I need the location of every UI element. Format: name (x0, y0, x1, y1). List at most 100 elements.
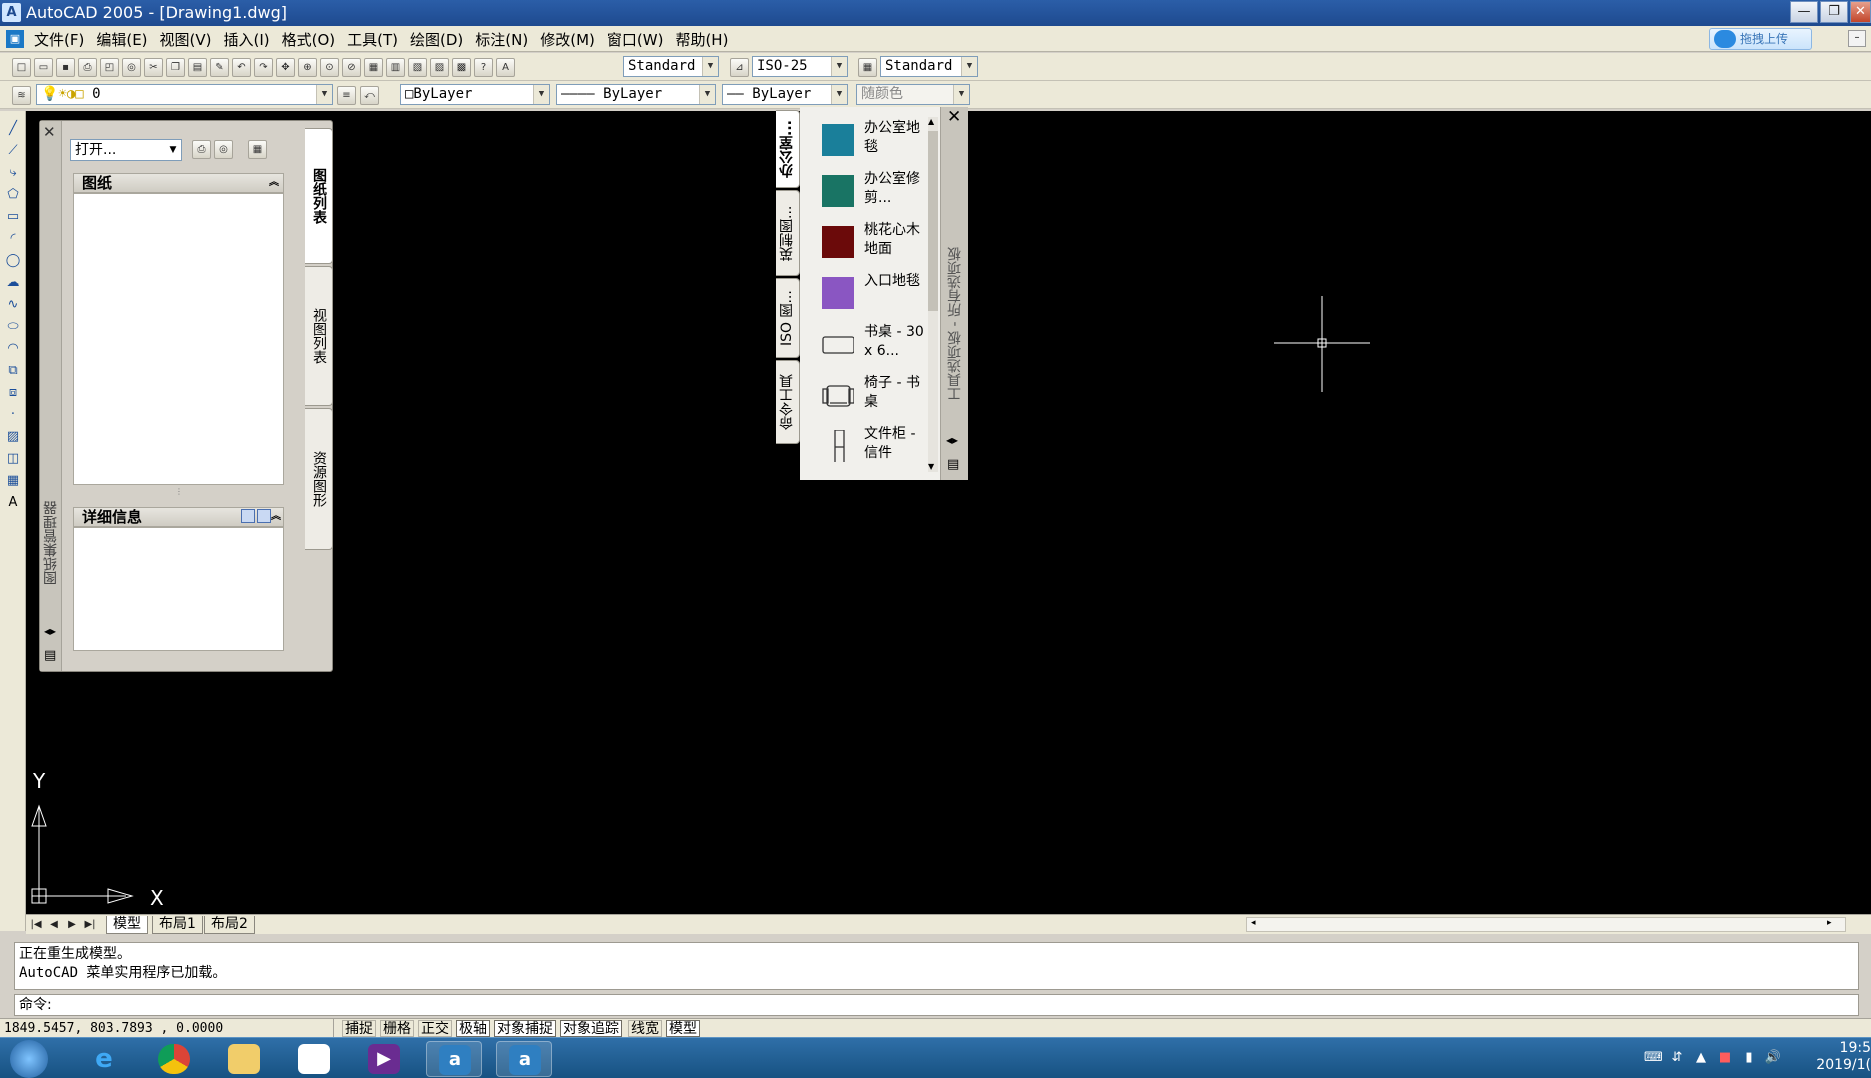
tool-mahogany-floor[interactable]: 桃花心木地面 (822, 219, 932, 265)
mtext-icon[interactable]: A (3, 494, 23, 512)
point-icon[interactable]: · (3, 406, 23, 424)
layer-manager-icon[interactable]: ≋ (12, 86, 31, 105)
menu-window[interactable]: 窗口(W) (607, 29, 664, 50)
tool-palette-scrollbar[interactable]: ▲ ▼ (928, 117, 938, 472)
menu-dimension[interactable]: 标注(N) (475, 29, 528, 50)
close-icon[interactable]: ✕ (947, 107, 961, 127)
menu-insert[interactable]: 插入(I) (224, 29, 270, 50)
print-icon[interactable]: ⎙ (78, 58, 97, 77)
scroll-right-icon[interactable]: ▸ (1827, 918, 1832, 928)
start-button[interactable] (10, 1040, 48, 1078)
tab-iso-hatch[interactable]: ISO 图... (776, 278, 800, 358)
coordinate-readout[interactable]: 1849.5457, 803.7893 , 0.0000 (4, 1019, 334, 1038)
grid-toggle[interactable]: 栅格 (380, 1020, 414, 1037)
tool-chair[interactable]: 椅子 - 书桌 (822, 372, 932, 418)
maximize-button[interactable]: ❐ (1820, 1, 1848, 23)
copy-icon[interactable]: ❐ (166, 58, 185, 77)
tool-office-trim[interactable]: 办公室修剪... (822, 168, 932, 214)
publish-dwf-icon[interactable]: ◎ (214, 140, 233, 159)
menu-modify[interactable]: 修改(M) (540, 29, 595, 50)
rectangle-icon[interactable]: ▭ (3, 208, 23, 226)
menu-tools[interactable]: 工具(T) (347, 29, 398, 50)
revcloud-icon[interactable]: ☁ (3, 274, 23, 292)
properties-menu-icon[interactable]: ▤ (947, 457, 959, 472)
markup-icon[interactable]: ▩ (452, 58, 471, 77)
tab-resource-drawings[interactable]: 资源图形 (305, 408, 333, 550)
splitter-handle[interactable]: ⋮ (175, 487, 183, 496)
region-icon[interactable]: ◫ (3, 450, 23, 468)
menu-file[interactable]: 文件(F) (34, 29, 84, 50)
tab-view-list[interactable]: 视图列表 (305, 266, 333, 406)
menu-help[interactable]: 帮助(H) (675, 29, 728, 50)
color-select[interactable]: □ByLayer ▼ (400, 84, 550, 105)
insert-block-icon[interactable]: ⧉ (3, 362, 23, 380)
prev-tab-icon[interactable]: ◀ (46, 917, 62, 932)
xline-icon[interactable]: ⟋ (3, 142, 23, 160)
ie-app[interactable]: e (76, 1041, 132, 1077)
new-icon[interactable]: □ (12, 58, 31, 77)
chrome-app[interactable] (146, 1041, 202, 1077)
doc-minimize-button[interactable]: – (1848, 30, 1866, 47)
tab-layout1[interactable]: 布局1 (152, 916, 203, 934)
clock[interactable]: 19:5 2019/1( (1812, 1040, 1871, 1074)
table-icon[interactable]: ▦ (3, 472, 23, 490)
table-style-select[interactable]: Standard ▼ (880, 56, 978, 77)
osnap-toggle[interactable]: 对象捕捉 (494, 1020, 556, 1037)
polar-toggle[interactable]: 极轴 (456, 1020, 490, 1037)
collapse-icon[interactable]: ︽ (269, 174, 279, 192)
scroll-left-icon[interactable]: ◂ (1251, 918, 1256, 928)
linetype-select[interactable]: ———— ByLayer ▼ (556, 84, 716, 105)
tab-imperial-hatch[interactable]: 英制图... (776, 190, 800, 276)
keyboard-icon[interactable]: ⌨ (1644, 1050, 1663, 1066)
autocad-app-1[interactable]: a (426, 1041, 482, 1077)
autohide-icon[interactable]: ◂▸ (946, 433, 958, 447)
polyline-icon[interactable]: ⤷ (3, 164, 23, 182)
autocad-app-2[interactable]: a (496, 1041, 552, 1077)
minimize-button[interactable]: — (1790, 1, 1818, 23)
help-icon[interactable]: ? (474, 58, 493, 77)
open-icon[interactable]: ▭ (34, 58, 53, 77)
details-toggle-icon[interactable] (257, 509, 271, 523)
hatch-icon[interactable]: ▨ (3, 428, 23, 446)
toolpalettes-icon[interactable]: ▧ (408, 58, 427, 77)
publish-icon[interactable]: ◎ (122, 58, 141, 77)
tool-desk[interactable]: 书桌 - 30 x 6... (822, 321, 932, 367)
properties-icon[interactable]: ▦ (364, 58, 383, 77)
ellipse-arc-icon[interactable]: ◠ (3, 340, 23, 358)
paste-icon[interactable]: ▤ (188, 58, 207, 77)
tab-sheet-list[interactable]: 图纸列表 (305, 128, 333, 264)
next-tab-icon[interactable]: ▶ (64, 917, 80, 932)
command-input[interactable]: 命令: (14, 994, 1859, 1016)
show-hidden-icons[interactable]: ▲ (1692, 1050, 1710, 1066)
first-tab-icon[interactable]: |◀ (28, 917, 44, 932)
text-style-select[interactable]: Standard ▼ (623, 56, 719, 77)
tab-model[interactable]: 模型 (106, 916, 148, 934)
scroll-up-icon[interactable]: ▲ (928, 117, 934, 126)
menu-format[interactable]: 格式(O) (282, 29, 336, 50)
last-tab-icon[interactable]: ▶| (82, 917, 98, 932)
tool-office-carpet[interactable]: 办公室地毯 (822, 117, 932, 163)
close-button[interactable]: ✕ (1850, 1, 1871, 23)
text-style-icon[interactable]: A (496, 58, 515, 77)
lineweight-toggle[interactable]: 线宽 (628, 1020, 662, 1037)
tab-office[interactable]: 办公室... (776, 110, 800, 188)
upload-button[interactable]: 拖拽上传 (1709, 28, 1812, 50)
scrollbar-thumb[interactable] (928, 131, 938, 311)
media-player-app[interactable]: ▶ (356, 1041, 412, 1077)
document-icon[interactable]: ▣ (6, 30, 24, 48)
dim-style-select[interactable]: ISO-25 ▼ (752, 56, 848, 77)
zoom-realtime-icon[interactable]: ⊕ (298, 58, 317, 77)
baidu-netdisk-app[interactable] (286, 1041, 342, 1077)
palette-titlebar[interactable]: ✕ 图纸集管理器 ◂▸ ▤ (40, 121, 62, 671)
tool-entry-carpet[interactable]: 入口地毯 (822, 270, 932, 316)
sheet-options-icon[interactable]: ▦ (248, 140, 267, 159)
preview-toggle-icon[interactable] (241, 509, 255, 523)
cut-icon[interactable]: ✂ (144, 58, 163, 77)
pan-icon[interactable]: ✥ (276, 58, 295, 77)
open-sheet-set-select[interactable]: 打开... ▼ (70, 139, 182, 161)
polygon-icon[interactable]: ⬠ (3, 186, 23, 204)
layer-previous-icon[interactable]: ⤺ (360, 86, 379, 105)
network-adapter-icon[interactable]: ⇵ (1668, 1050, 1686, 1066)
circle-icon[interactable]: ◯ (3, 252, 23, 270)
close-icon[interactable]: ✕ (43, 123, 56, 141)
